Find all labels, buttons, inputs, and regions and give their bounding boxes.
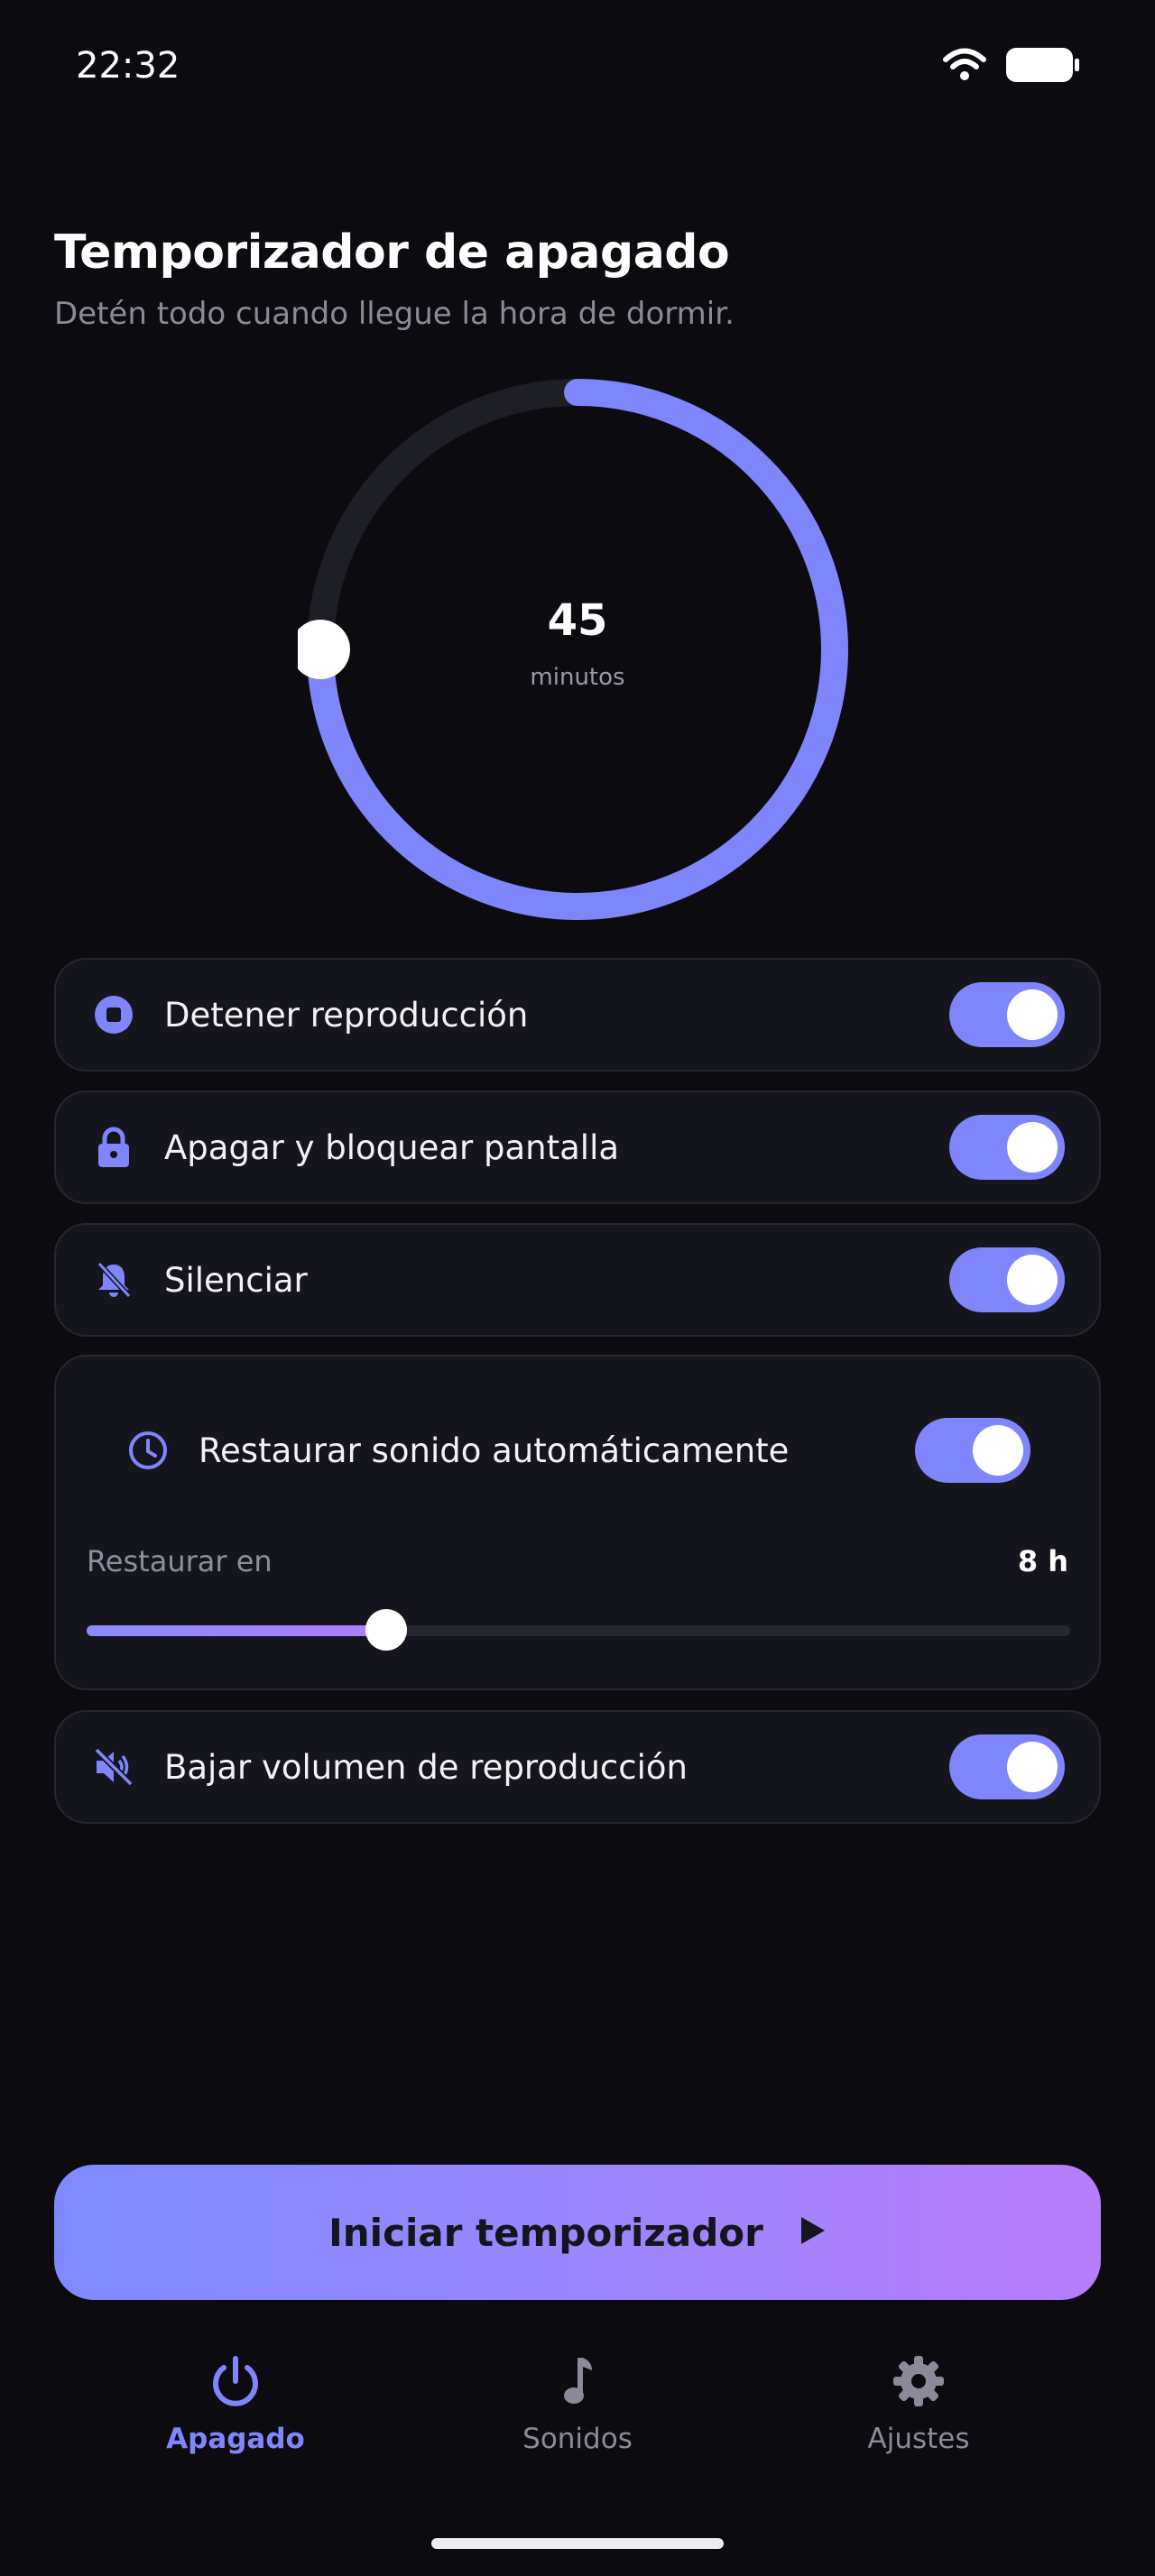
start-timer-label: Iniciar temporizador [328, 2210, 763, 2255]
timer-value: 45 [547, 595, 608, 646]
option-lower-volume[interactable]: Bajar volumen de reproducción [54, 1710, 1101, 1824]
slider-fill [87, 1625, 387, 1636]
option-lock-screen-label: Apagar y bloquear pantalla [164, 1127, 620, 1167]
gear-icon [892, 2354, 946, 2412]
toggle-knob [1007, 1255, 1058, 1305]
option-silence-label: Silenciar [164, 1260, 308, 1300]
volume-mute-icon [92, 1745, 135, 1789]
restore-in-value: 8 h [1017, 1544, 1068, 1578]
header: Temporizador de apagado Detén todo cuand… [54, 225, 735, 332]
option-silence[interactable]: Silenciar [54, 1223, 1101, 1337]
lock-icon [92, 1126, 135, 1169]
bottom-tab-bar: Apagado Sonidos Ajustes [0, 2354, 1155, 2480]
timer-dial[interactable]: 45 minutos [298, 370, 857, 929]
restore-in-slider[interactable] [87, 1609, 1070, 1651]
bell-off-icon [92, 1258, 135, 1302]
toggle-knob [973, 1425, 1023, 1476]
restore-sound-row[interactable]: Restaurar sonido automáticamente [56, 1414, 1099, 1486]
option-lock-screen[interactable]: Apagar y bloquear pantalla [54, 1090, 1101, 1204]
tab-apagado[interactable]: Apagado [100, 2354, 371, 2455]
restore-in-row: Restaurar en 8 h [87, 1544, 1068, 1578]
status-bar: 22:32 [0, 0, 1155, 135]
tab-sonidos[interactable]: Sonidos [442, 2354, 713, 2455]
clock-icon [126, 1429, 170, 1472]
slider-thumb[interactable] [365, 1609, 408, 1651]
start-timer-button[interactable]: Iniciar temporizador [54, 2165, 1101, 2300]
music-note-icon [550, 2354, 605, 2412]
page-title: Temporizador de apagado [54, 225, 730, 280]
stop-playback-toggle[interactable] [949, 982, 1065, 1047]
home-indicator [431, 2538, 724, 2549]
silence-toggle[interactable] [949, 1247, 1065, 1312]
tab-ajustes[interactable]: Ajustes [783, 2354, 1054, 2455]
toggle-knob [1007, 989, 1058, 1040]
tab-sonidos-label: Sonidos [522, 2423, 633, 2455]
tab-apagado-label: Apagado [166, 2423, 305, 2455]
option-stop-playback[interactable]: Detener reproducción [54, 958, 1101, 1072]
lower-volume-toggle[interactable] [949, 1734, 1065, 1799]
restore-sound-label: Restaurar sonido automáticamente [199, 1431, 790, 1470]
toggle-knob [1007, 1122, 1058, 1173]
toggle-knob [1007, 1742, 1058, 1792]
restore-sound-toggle[interactable] [915, 1418, 1030, 1483]
option-lower-volume-label: Bajar volumen de reproducción [164, 1747, 688, 1787]
tab-ajustes-label: Ajustes [867, 2423, 970, 2455]
timer-unit: minutos [530, 664, 625, 691]
page-subtitle: Detén todo cuando llegue la hora de dorm… [54, 296, 735, 332]
battery-icon [1005, 47, 1079, 87]
status-icons [942, 47, 1079, 87]
wifi-icon [942, 48, 987, 86]
restore-sound-card: Restaurar sonido automáticamente Restaur… [54, 1355, 1101, 1690]
power-icon [208, 2354, 263, 2412]
lock-screen-toggle[interactable] [949, 1115, 1065, 1180]
timer-dial-graphic [298, 379, 848, 920]
option-stop-playback-label: Detener reproducción [164, 995, 529, 1035]
restore-in-label: Restaurar en [87, 1544, 273, 1578]
status-time: 22:32 [76, 45, 180, 87]
stop-circle-icon [92, 993, 135, 1036]
play-icon [799, 2215, 827, 2249]
